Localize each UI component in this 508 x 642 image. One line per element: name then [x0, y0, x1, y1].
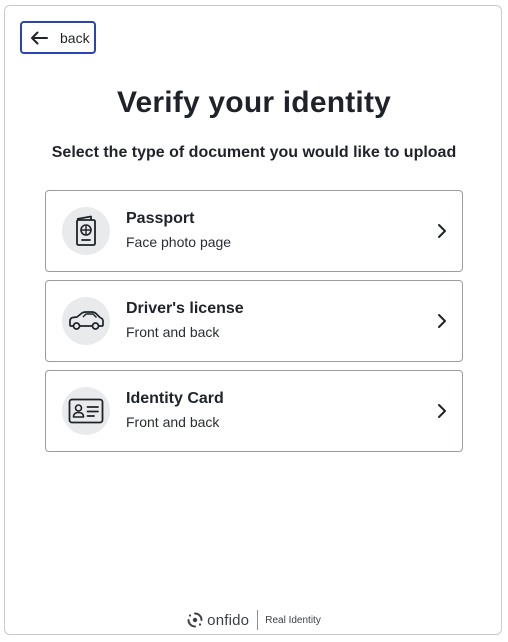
brand-name: onfido — [207, 611, 250, 629]
footer-tagline: Real Identity — [265, 614, 321, 626]
back-button[interactable]: back — [20, 21, 96, 54]
page-subtitle: Select the type of document you would li… — [51, 144, 457, 161]
document-option-hint: Face photo page — [126, 234, 232, 250]
document-option-hint: Front and back — [126, 324, 220, 340]
document-option-title: Passport — [126, 210, 195, 227]
car-icon — [62, 297, 110, 345]
chevron-right-icon — [438, 224, 446, 238]
chevron-right-icon — [438, 404, 446, 418]
passport-icon — [62, 207, 110, 255]
arrow-left-icon — [30, 30, 50, 46]
chevron-right-icon — [438, 314, 446, 328]
document-option-drivers-license[interactable]: Driver's license Front and back — [45, 280, 463, 362]
onfido-logo-icon — [187, 612, 203, 628]
id-card-icon — [62, 387, 110, 435]
document-option-title: Identity Card — [126, 390, 224, 407]
document-option-identity-card[interactable]: Identity Card Front and back — [45, 370, 463, 452]
document-option-hint: Front and back — [126, 414, 220, 430]
back-button-label: back — [60, 29, 90, 46]
page-title: Verify your identity — [116, 86, 392, 119]
document-option-title: Driver's license — [126, 300, 244, 317]
onfido-logo: onfido — [187, 612, 249, 629]
footer: onfido Real Identity — [0, 609, 508, 631]
footer-divider — [257, 610, 259, 630]
document-option-passport[interactable]: Passport Face photo page — [45, 190, 463, 272]
